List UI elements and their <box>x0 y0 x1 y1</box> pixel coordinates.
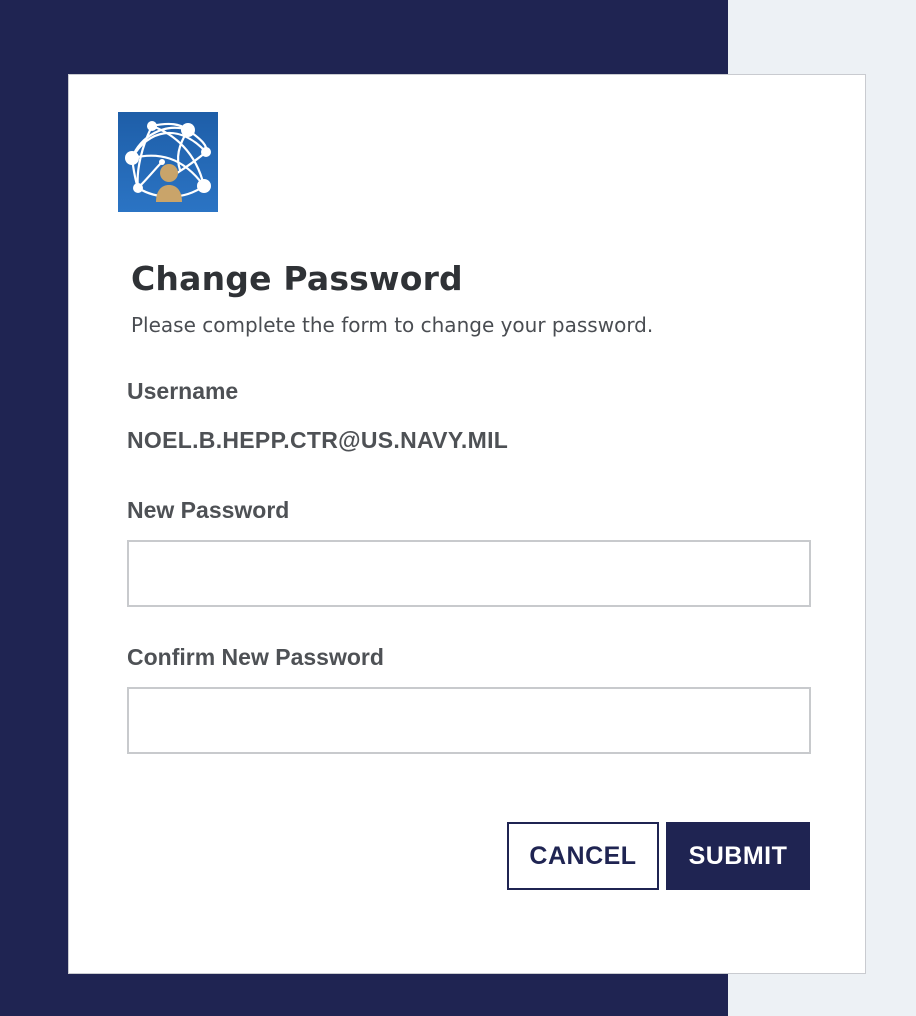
new-password-label: New Password <box>127 497 290 523</box>
page-subtitle: Please complete the form to change your … <box>131 313 654 337</box>
change-password-card: Change Password Please complete the form… <box>68 74 866 974</box>
cancel-button[interactable]: CANCEL <box>507 822 659 890</box>
submit-button[interactable]: SUBMIT <box>666 822 810 890</box>
network-globe-person-icon <box>125 121 211 202</box>
username-label: Username <box>127 378 239 404</box>
username-value: NOEL.B.HEPP.CTR@US.NAVY.MIL <box>127 427 509 453</box>
confirm-password-input[interactable] <box>127 687 811 754</box>
page-title: Change Password <box>131 259 463 298</box>
new-password-input[interactable] <box>127 540 811 607</box>
app-logo <box>118 112 218 212</box>
confirm-password-label: Confirm New Password <box>127 644 384 670</box>
